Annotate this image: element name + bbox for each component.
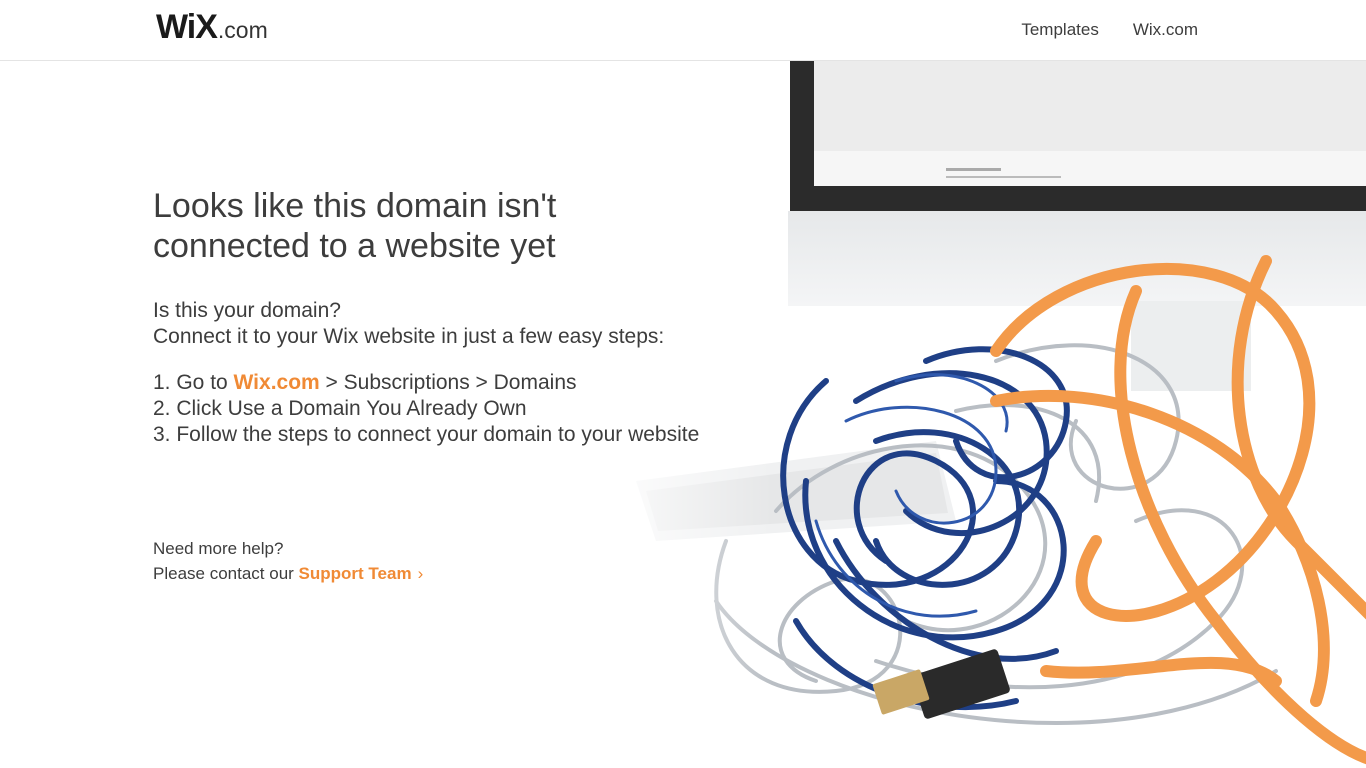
title-line-2: connected to a website yet [153, 227, 556, 265]
domain-question-block: Is this your domain? Connect it to your … [153, 298, 853, 350]
domain-question: Is this your domain? [153, 299, 341, 322]
step-2: 2. Click Use a Domain You Already Own [153, 397, 527, 420]
logo-wordmark: WiX [156, 8, 218, 46]
help-contact: Please contact our Support Team › [153, 564, 424, 583]
page-title: Looks like this domain isn't connected t… [153, 186, 773, 266]
chevron-right-icon[interactable]: › [418, 564, 424, 583]
help-block: Need more help? Please contact our Suppo… [153, 536, 653, 586]
nav-wix-link[interactable]: Wix.com [1133, 20, 1198, 40]
step-3: 3. Follow the steps to connect your doma… [153, 423, 700, 446]
top-header: WiX .com Templates Wix.com [0, 0, 1366, 61]
help-question: Need more help? [153, 539, 284, 558]
top-nav: Templates Wix.com [1021, 20, 1198, 40]
step-1: 1. Go to Wix.com > Subscriptions > Domai… [153, 371, 577, 394]
connect-subtitle: Connect it to your Wix website in just a… [153, 325, 665, 348]
title-line-1: Looks like this domain isn't [153, 187, 557, 225]
steps-list: 1. Go to Wix.com > Subscriptions > Domai… [153, 370, 873, 448]
nav-templates-link[interactable]: Templates [1021, 20, 1098, 40]
logo-suffix: .com [217, 17, 268, 43]
support-team-link[interactable]: Support Team [299, 564, 412, 583]
wix-logo[interactable]: WiX .com [156, 8, 268, 47]
wix-com-link[interactable]: Wix.com [234, 371, 320, 394]
